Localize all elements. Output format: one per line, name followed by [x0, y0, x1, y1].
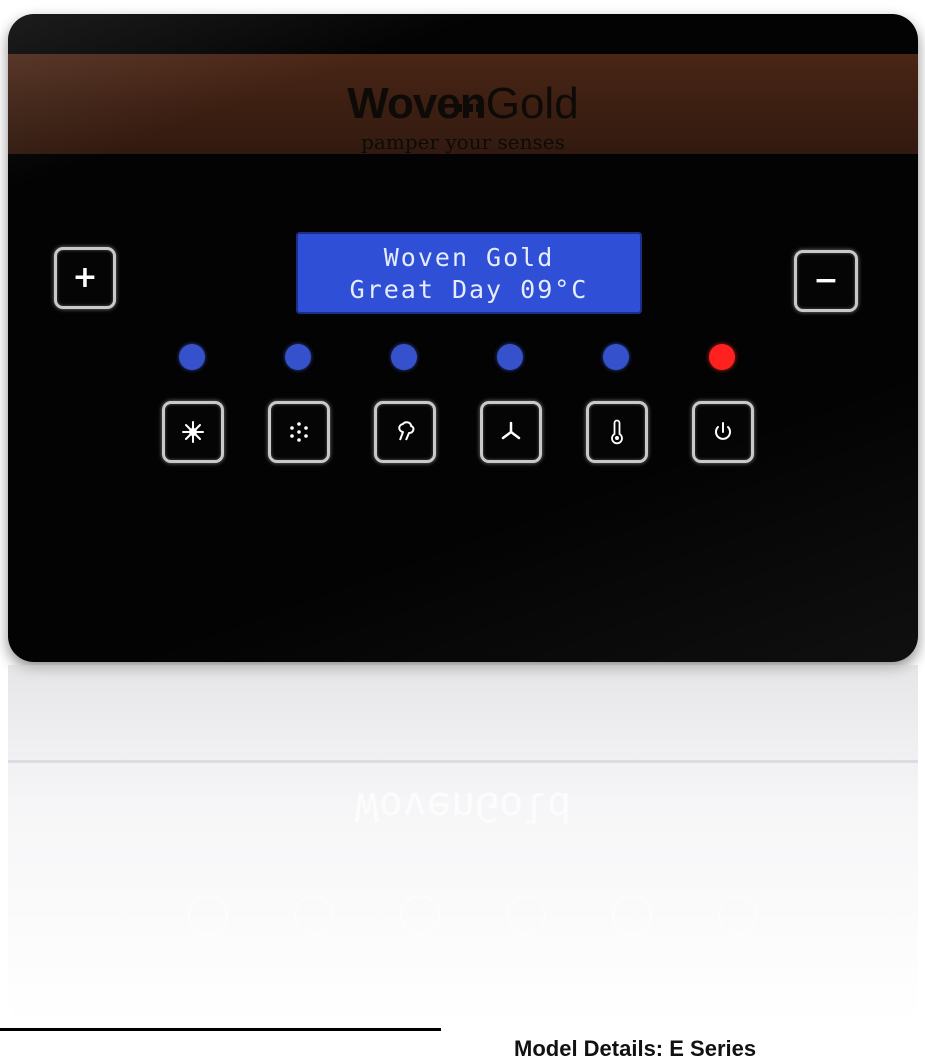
led-dots — [285, 344, 311, 370]
minus-icon: − — [813, 263, 839, 298]
dots-icon — [290, 422, 308, 442]
aroma-icon — [398, 421, 415, 441]
lcd-line-1: Woven Gold — [383, 243, 555, 272]
reflection-fan-icon — [400, 895, 440, 935]
model-details: Model Details: E Series — [514, 1036, 757, 1061]
led-aroma — [391, 344, 417, 370]
power-button[interactable] — [692, 401, 754, 463]
lcd-display: Woven Gold Great Day 09°C — [296, 232, 642, 314]
brand-name-light: Gold — [485, 79, 579, 128]
fan-icon — [501, 421, 521, 440]
reflection-band — [8, 760, 918, 763]
plus-icon: + — [72, 260, 98, 295]
reflection-bulb-icon — [294, 895, 334, 935]
reflection-aroma-icon — [506, 895, 546, 935]
reflection-power-icon — [188, 895, 228, 935]
dots-button[interactable] — [268, 401, 330, 463]
fan-button[interactable] — [480, 401, 542, 463]
logo-dots — [454, 74, 487, 122]
reflection-light-icon — [718, 895, 758, 935]
minus-button[interactable]: − — [794, 250, 858, 312]
brand-tagline: pamper your senses — [361, 130, 565, 154]
control-panel: WovenGold pamper your senses Woven Gold … — [8, 14, 918, 662]
led-power — [709, 344, 735, 370]
led-fan — [497, 344, 523, 370]
aroma-button[interactable] — [374, 401, 436, 463]
led-thermometer — [603, 344, 629, 370]
power-icon — [715, 422, 731, 440]
plus-button[interactable]: + — [54, 247, 116, 309]
brand-logo: WovenGold — [8, 80, 918, 128]
thermometer-button[interactable] — [586, 401, 648, 463]
light-icon — [182, 421, 204, 443]
lcd-line-2: Great Day 09°C — [349, 275, 589, 304]
light-button[interactable] — [162, 401, 224, 463]
led-light — [179, 344, 205, 370]
footer-rule — [0, 1028, 441, 1031]
panel-reflection: WovenGold — [8, 665, 918, 1025]
thermometer-icon — [611, 419, 623, 445]
reflection-text: WovenGold — [354, 783, 572, 829]
reflection-dots-icon — [612, 895, 652, 935]
